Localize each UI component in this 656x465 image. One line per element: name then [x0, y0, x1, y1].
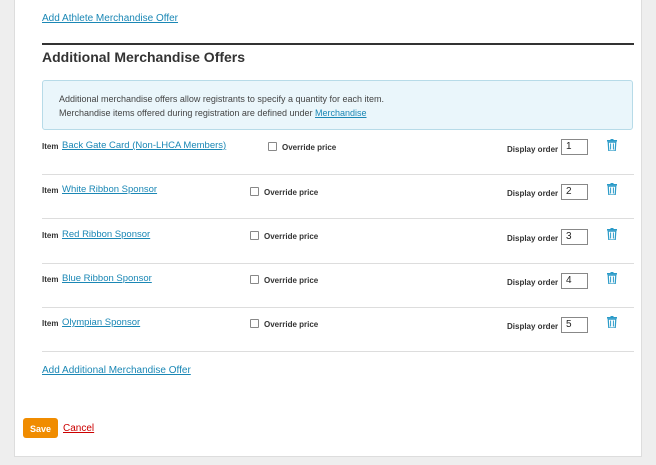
display-order-label: Display order	[507, 234, 559, 243]
display-order-input[interactable]: 4	[561, 273, 588, 289]
merchandise-link[interactable]: Merchandise	[315, 108, 367, 118]
merchandise-row: Item Red Ribbon Sponsor Override price D…	[42, 219, 634, 264]
override-price-label: Override price	[264, 232, 319, 241]
override-price-checkbox[interactable]	[250, 319, 259, 328]
trash-icon[interactable]	[607, 183, 617, 195]
item-link[interactable]: Blue Ribbon Sponsor	[62, 273, 152, 284]
display-order-input[interactable]: 2	[561, 184, 588, 200]
section-title: Additional Merchandise Offers	[42, 49, 246, 65]
info-line-1: Additional merchandise offers allow regi…	[59, 94, 384, 104]
item-label: Item	[42, 275, 59, 284]
content-panel: Add Athlete Merchandise Offer Additional…	[14, 0, 642, 457]
merchandise-row: Item Olympian Sponsor Override price Dis…	[42, 307, 634, 352]
override-price-checkbox[interactable]	[250, 275, 259, 284]
info-line-2: Merchandise items offered during registr…	[59, 108, 367, 118]
add-athlete-merchandise-link[interactable]: Add Athlete Merchandise Offer	[42, 13, 178, 24]
item-label: Item	[42, 231, 59, 240]
trash-icon[interactable]	[607, 272, 617, 284]
info-line-2-text: Merchandise items offered during registr…	[59, 108, 315, 118]
info-box: Additional merchandise offers allow regi…	[42, 80, 633, 130]
item-link[interactable]: White Ribbon Sponsor	[62, 184, 157, 195]
override-price-label: Override price	[282, 143, 337, 152]
override-price-checkbox[interactable]	[250, 231, 259, 240]
add-additional-merchandise-link[interactable]: Add Additional Merchandise Offer	[42, 365, 191, 376]
display-order-input[interactable]: 3	[561, 229, 588, 245]
item-label: Item	[42, 186, 59, 195]
item-link[interactable]: Red Ribbon Sponsor	[62, 229, 150, 240]
merchandise-row: Item Blue Ribbon Sponsor Override price …	[42, 263, 634, 308]
item-link[interactable]: Back Gate Card (Non-LHCA Members)	[62, 140, 226, 151]
display-order-input[interactable]: 5	[561, 317, 588, 333]
trash-icon[interactable]	[607, 228, 617, 240]
display-order-input[interactable]: 1	[561, 139, 588, 155]
item-label: Item	[42, 319, 59, 328]
merchandise-row: Item Back Gate Card (Non-LHCA Members) O…	[42, 130, 634, 175]
display-order-label: Display order	[507, 145, 559, 154]
cancel-link[interactable]: Cancel	[63, 423, 94, 434]
item-link[interactable]: Olympian Sponsor	[62, 317, 140, 328]
item-label: Item	[42, 142, 59, 151]
override-price-label: Override price	[264, 276, 319, 285]
merchandise-row: Item White Ribbon Sponsor Override price…	[42, 174, 634, 219]
save-button[interactable]: Save	[23, 418, 58, 438]
override-price-checkbox[interactable]	[268, 142, 277, 151]
trash-icon[interactable]	[607, 316, 617, 328]
override-price-label: Override price	[264, 188, 319, 197]
override-price-label: Override price	[264, 320, 319, 329]
trash-icon[interactable]	[607, 139, 617, 151]
display-order-label: Display order	[507, 278, 559, 287]
display-order-label: Display order	[507, 322, 559, 331]
section-divider	[42, 43, 634, 45]
override-price-checkbox[interactable]	[250, 187, 259, 196]
display-order-label: Display order	[507, 189, 559, 198]
